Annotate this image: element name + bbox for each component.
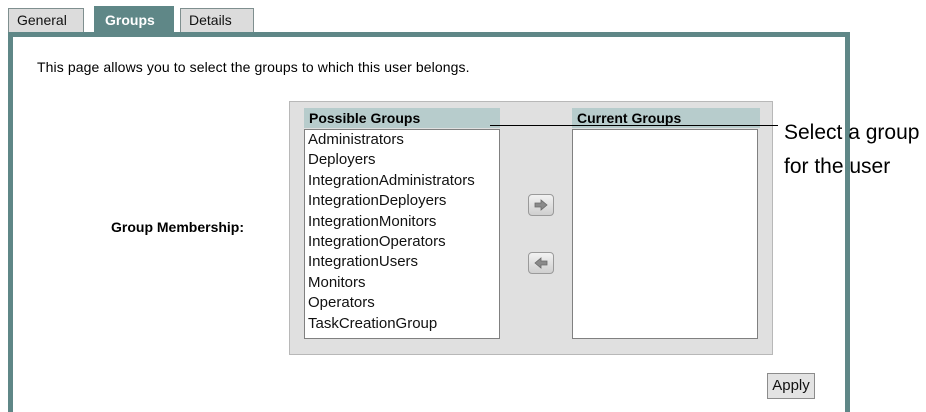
list-item[interactable]: IntegrationUsers <box>305 252 499 272</box>
arrow-left-icon <box>534 257 548 269</box>
callout-line-1: Select a group <box>784 121 920 144</box>
group-selector: Possible Groups Current Groups Administr… <box>289 101 773 355</box>
list-item[interactable]: Deployers <box>305 150 499 170</box>
callout-text: Select a group for the user <box>784 116 924 184</box>
list-item[interactable]: IntegrationOperators <box>305 232 499 252</box>
groups-panel: This page allows you to select the group… <box>8 32 850 412</box>
list-item[interactable]: IntegrationAdministrators <box>305 171 499 191</box>
list-item[interactable]: IntegrationDeployers <box>305 191 499 211</box>
intro-text: This page allows you to select the group… <box>37 59 470 75</box>
tab-details[interactable]: Details <box>180 8 254 32</box>
callout-line <box>490 125 778 126</box>
list-item[interactable]: Administrators <box>305 130 499 150</box>
group-membership-label: Group Membership: <box>111 219 245 235</box>
add-group-button[interactable] <box>528 194 554 216</box>
tab-general[interactable]: General <box>8 8 84 32</box>
apply-button[interactable]: Apply <box>767 373 815 399</box>
list-item[interactable]: Monitors <box>305 273 499 293</box>
list-item[interactable]: IntegrationMonitors <box>305 212 499 232</box>
arrow-right-icon <box>534 199 548 211</box>
possible-groups-header: Possible Groups <box>304 108 500 128</box>
callout-line-2: for the user <box>784 155 891 178</box>
list-item[interactable]: TaskCreationGroup <box>305 314 499 334</box>
tab-groups[interactable]: Groups <box>94 6 174 34</box>
remove-group-button[interactable] <box>528 252 554 274</box>
list-item[interactable]: Operators <box>305 293 499 313</box>
current-groups-list[interactable] <box>572 129 758 339</box>
possible-groups-list[interactable]: Administrators Deployers IntegrationAdmi… <box>304 129 500 339</box>
